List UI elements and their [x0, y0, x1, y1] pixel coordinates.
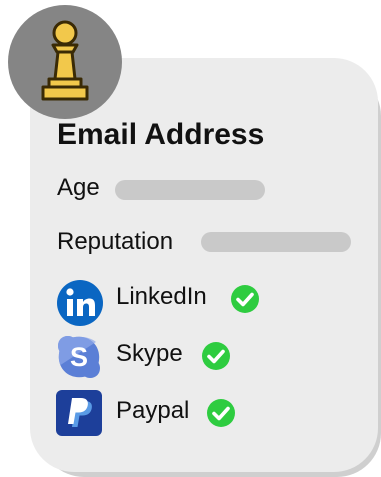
skype-icon: S: [58, 336, 100, 378]
paypal-icon: [56, 390, 102, 436]
svg-text:S: S: [70, 342, 88, 372]
linkedin-icon: [57, 280, 103, 326]
reputation-placeholder-bar: [201, 232, 351, 252]
page-title: Email Address: [57, 118, 265, 151]
account-name-paypal: Paypal: [116, 397, 190, 424]
age-label: Age: [57, 174, 100, 201]
verified-check-icon: [231, 285, 259, 313]
account-name-skype: Skype: [116, 340, 183, 367]
reputation-label: Reputation: [57, 228, 174, 255]
account-name-linkedin: LinkedIn: [116, 283, 207, 310]
pawn-icon: [41, 20, 89, 101]
verified-check-icon: [207, 399, 235, 427]
verified-check-icon: [202, 342, 230, 370]
age-placeholder-bar: [115, 180, 265, 200]
avatar: [8, 5, 122, 119]
profile-widget: Email Address Age Reputation LinkedIn S …: [0, 0, 381, 477]
